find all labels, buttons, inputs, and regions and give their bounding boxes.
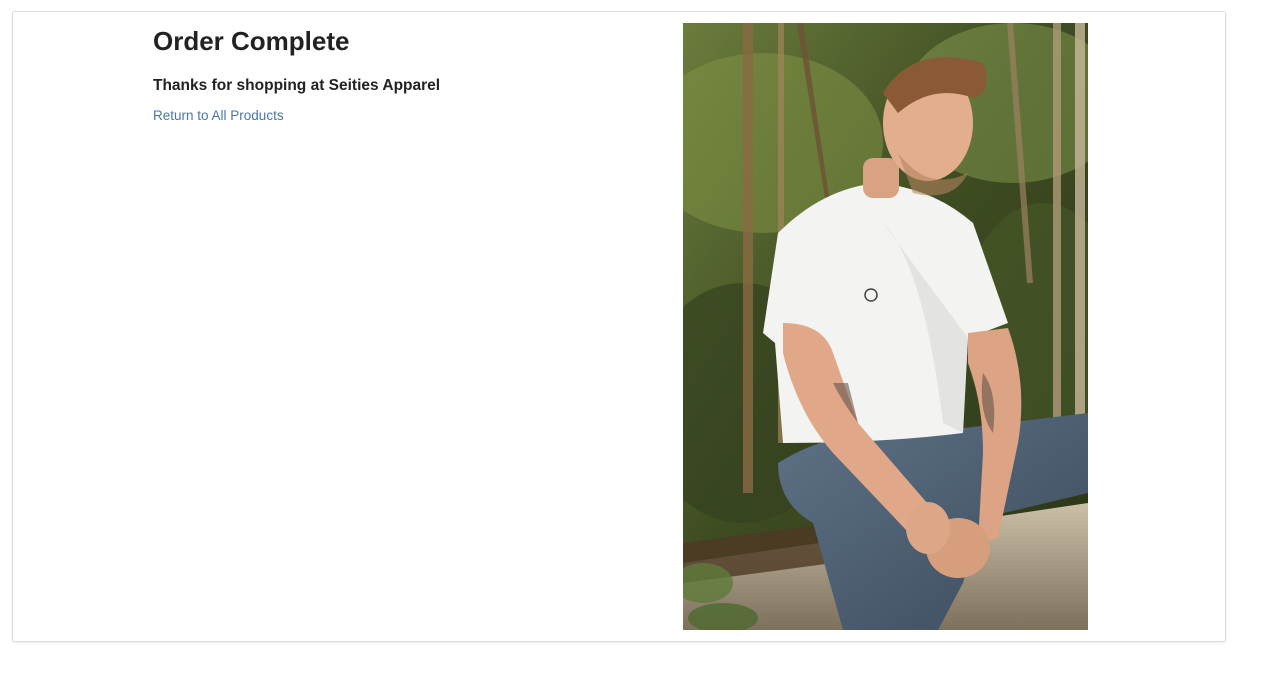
product-photo-illustration [683, 23, 1088, 630]
thank-you-message: Thanks for shopping at Seities Apparel [153, 77, 441, 94]
order-summary-panel: Order Complete Thanks for shopping at Se… [153, 24, 573, 125]
page-title: Order Complete [153, 26, 350, 56]
product-photo [683, 23, 1088, 630]
order-complete-card: Order Complete Thanks for shopping at Se… [12, 11, 1226, 642]
return-to-all-products-link[interactable]: Return to All Products [153, 107, 284, 125]
